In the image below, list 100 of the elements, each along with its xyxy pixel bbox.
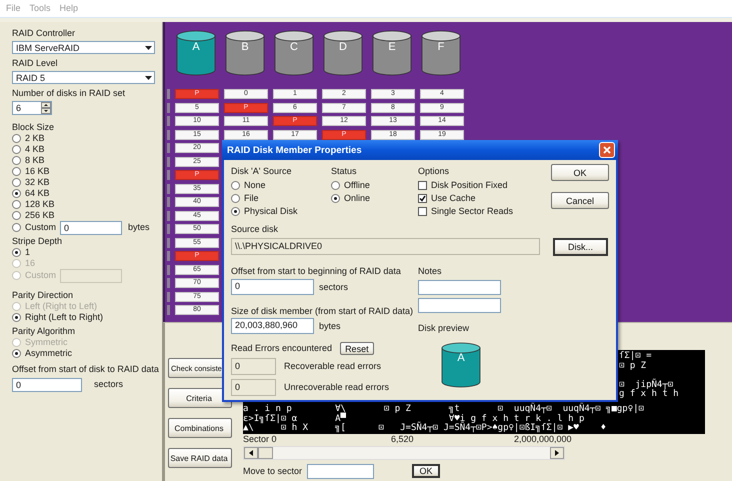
row-marker [167,116,170,126]
scroll-thumb[interactable] [258,447,273,459]
count-field: 0 [231,379,276,396]
field-label: Read Errors encountered [231,343,332,354]
option-label: 256 KB [25,210,55,221]
radio-button[interactable] [12,189,21,198]
hex-line: ſΣ|⊡ = [619,352,653,362]
notes-field[interactable] [418,280,501,295]
group-label: Parity Algorithm [12,326,76,337]
radio-button[interactable] [12,223,21,232]
row-marker [167,292,170,302]
radio-button[interactable] [12,211,21,220]
radio-button[interactable] [231,181,240,190]
field-label: Move to sector [243,466,302,476]
field-label: Source disk [231,224,280,235]
ok-button[interactable]: OK [412,464,440,478]
hex-line: ▲\ ⊡ h X ╗[ ⊡ J=SÑ4┬⊡ J=SÑ4┬⊡P>♠gp♀|⊡ßI╗ſΣ|⊡ ▶♥ ♦ [243,424,608,434]
option-label: Single Sector Reads [431,206,514,217]
option-label: Custom [25,270,56,281]
radio-button[interactable] [12,145,21,154]
row-marker [167,197,170,207]
input-field[interactable]: 20,003,880,960 [231,318,314,334]
group-label: Disk 'A' Source [231,166,292,177]
scroll-right-icon[interactable] [550,447,564,459]
checkbox[interactable] [418,207,427,216]
option-label: 8 KB [25,155,45,166]
radio-button[interactable] [12,313,21,322]
field-label: Unrecoverable read errors [284,382,390,393]
radio-button[interactable] [231,207,240,216]
input-field[interactable]: 0 [60,220,122,234]
radio-button[interactable] [331,194,340,203]
hex-line: g f x h t h [619,390,680,400]
field-label: Size of disk member (from start of RAID data) [231,306,414,317]
row-marker [167,305,170,315]
field-label: Number of disks in RAID set [12,88,126,99]
dialog-button[interactable]: OK [551,164,609,181]
field-label: Disk preview [418,323,470,334]
input-field[interactable]: \\.\PHYSICALDRIVE0 [231,238,540,255]
row-marker [167,184,170,194]
scrollbar[interactable] [243,446,565,460]
row-marker [167,278,170,288]
radio-button[interactable] [12,134,21,143]
row-marker [167,210,170,220]
sector-label: 6,520 [391,434,415,445]
window-title: RAID Disk Member Properties [227,144,362,156]
option-label: 32 KB [25,177,50,188]
input-field[interactable] [307,464,374,478]
group-label: Status [331,166,358,177]
hex-line: ⊡ jipÑ4┬⊡ [619,380,674,390]
notes-field[interactable] [418,298,501,313]
group-label: Parity Direction [12,290,74,301]
input-field[interactable]: 0 [12,378,82,392]
reset-button[interactable]: Reset [340,342,374,355]
close-button[interactable] [599,142,615,158]
option-label: 1 [25,247,30,258]
option-label: 16 [25,258,36,269]
spin-arrows-icon [41,102,51,114]
radio-button[interactable] [12,156,21,165]
browse-button[interactable]: Disk... [553,238,608,256]
radio-button[interactable] [12,178,21,187]
unit-label: sectors [94,379,124,390]
row-marker [167,143,170,153]
number-spinner[interactable]: 6 [12,101,52,115]
field-label: RAID Controller [12,28,76,39]
close-icon [603,146,611,154]
field-label: Notes [418,266,443,277]
dialog-button[interactable]: Cancel [551,192,609,209]
row-marker [167,89,170,99]
option-label: Online [344,193,370,204]
sector-label: 2,000,000,000 [514,434,572,445]
option-label: 16 KB [25,166,50,177]
option-label: 64 KB [25,188,50,199]
radio-button[interactable] [331,181,340,190]
option-label: Use Cache [431,193,476,204]
field-label: Recoverable read errors [284,361,382,372]
row-marker [167,156,170,166]
radio-button[interactable] [231,194,240,203]
radio-button[interactable] [12,349,21,358]
dropdown[interactable]: IBM ServeRAID [12,41,155,54]
row-marker [167,102,170,112]
option-label: Left (Right to Left) [25,301,98,312]
option-label: Right (Left to Right) [25,312,104,323]
radio-button[interactable] [12,248,21,257]
hex-line: ⊡ p Z [619,362,648,372]
radio-button[interactable] [12,200,21,209]
radio-button[interactable] [12,167,21,176]
option-label: 2 KB [25,133,45,144]
action-button[interactable]: Save RAID data [168,448,232,468]
dropdown[interactable]: RAID 5 [12,71,155,84]
checkbox[interactable] [418,181,427,190]
checkbox[interactable] [418,194,427,203]
group-label: Options [418,166,450,177]
scroll-left-icon[interactable] [244,447,258,459]
unit-label: bytes [319,320,341,332]
option-label: None [244,180,266,191]
row-marker [167,224,170,234]
row-marker [167,130,170,140]
action-button[interactable]: Combinations [168,418,232,438]
input-field[interactable]: 0 [231,279,314,295]
field-label: Offset from start to beginning of RAID data [231,266,402,277]
